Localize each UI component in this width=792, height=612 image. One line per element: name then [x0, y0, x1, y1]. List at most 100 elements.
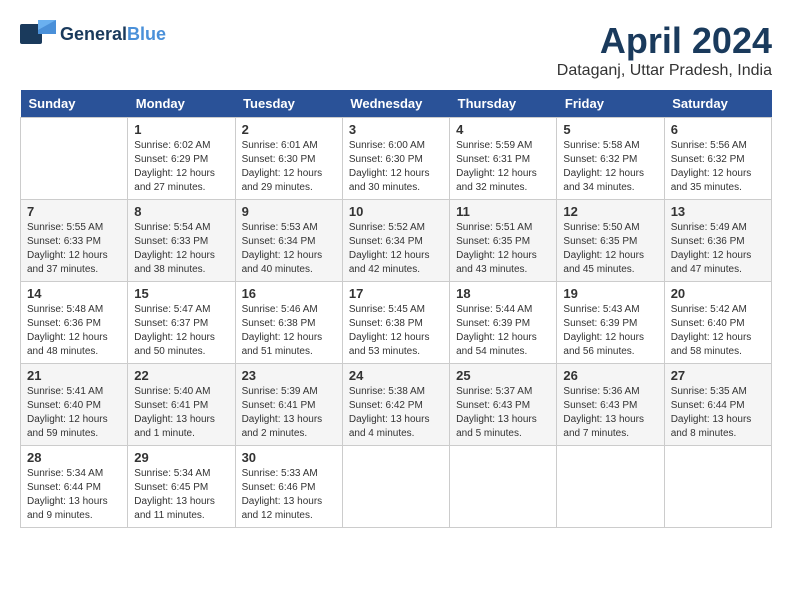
day-number: 12 — [563, 204, 657, 219]
day-detail: Sunrise: 5:38 AM Sunset: 6:42 PM Dayligh… — [349, 385, 443, 441]
day-detail: Sunrise: 5:43 AM Sunset: 6:39 PM Dayligh… — [563, 303, 657, 359]
day-detail: Sunrise: 5:46 AM Sunset: 6:38 PM Dayligh… — [242, 303, 336, 359]
calendar-cell: 15 Sunrise: 5:47 AM Sunset: 6:37 PM Dayli… — [128, 282, 235, 364]
day-number: 17 — [349, 286, 443, 301]
calendar-cell: 9 Sunrise: 5:53 AM Sunset: 6:34 PM Daylig… — [235, 200, 342, 282]
day-detail: Sunrise: 5:33 AM Sunset: 6:46 PM Dayligh… — [242, 467, 336, 523]
logo-icon — [20, 20, 56, 48]
day-detail: Sunrise: 5:35 AM Sunset: 6:44 PM Dayligh… — [671, 385, 765, 441]
header: General Blue April 2024 Dataganj, Uttar … — [20, 20, 772, 80]
day-detail: Sunrise: 5:34 AM Sunset: 6:44 PM Dayligh… — [27, 467, 121, 523]
day-number: 3 — [349, 122, 443, 137]
day-detail: Sunrise: 6:02 AM Sunset: 6:29 PM Dayligh… — [134, 139, 228, 195]
day-detail: Sunrise: 5:37 AM Sunset: 6:43 PM Dayligh… — [456, 385, 550, 441]
calendar-cell: 22Sunrise: 5:40 AM Sunset: 6:41 PM Dayli… — [128, 364, 235, 446]
calendar-cell: 13 Sunrise: 5:49 AM Sunset: 6:36 PM Dayli… — [664, 200, 771, 282]
day-number: 26 — [563, 368, 657, 383]
day-number: 5 — [563, 122, 657, 137]
day-detail: Sunrise: 5:58 AM Sunset: 6:32 PM Dayligh… — [563, 139, 657, 195]
logo-general: General — [60, 24, 127, 45]
calendar-cell: 7Sunrise: 5:55 AM Sunset: 6:33 PM Daylig… — [21, 200, 128, 282]
calendar-cell: 8 Sunrise: 5:54 AM Sunset: 6:33 PM Daylig… — [128, 200, 235, 282]
day-number: 2 — [242, 122, 336, 137]
day-number: 4 — [456, 122, 550, 137]
calendar-cell — [21, 118, 128, 200]
day-header-sunday: Sunday — [21, 90, 128, 118]
day-detail: Sunrise: 5:50 AM Sunset: 6:35 PM Dayligh… — [563, 221, 657, 277]
calendar-cell: 19 Sunrise: 5:43 AM Sunset: 6:39 PM Dayli… — [557, 282, 664, 364]
day-detail: Sunrise: 5:42 AM Sunset: 6:40 PM Dayligh… — [671, 303, 765, 359]
calendar-cell — [342, 446, 449, 528]
day-header-thursday: Thursday — [450, 90, 557, 118]
day-detail: Sunrise: 5:56 AM Sunset: 6:32 PM Dayligh… — [671, 139, 765, 195]
calendar-cell: 5 Sunrise: 5:58 AM Sunset: 6:32 PM Daylig… — [557, 118, 664, 200]
day-number: 15 — [134, 286, 228, 301]
day-number: 9 — [242, 204, 336, 219]
calendar-cell: 20 Sunrise: 5:42 AM Sunset: 6:40 PM Dayli… — [664, 282, 771, 364]
day-header-saturday: Saturday — [664, 90, 771, 118]
day-number: 18 — [456, 286, 550, 301]
calendar-cell — [557, 446, 664, 528]
day-number: 8 — [134, 204, 228, 219]
day-detail: Sunrise: 5:36 AM Sunset: 6:43 PM Dayligh… — [563, 385, 657, 441]
day-number: 25 — [456, 368, 550, 383]
day-detail: Sunrise: 5:45 AM Sunset: 6:38 PM Dayligh… — [349, 303, 443, 359]
calendar-cell: 25 Sunrise: 5:37 AM Sunset: 6:43 PM Dayli… — [450, 364, 557, 446]
day-number: 28 — [27, 450, 121, 465]
day-number: 24 — [349, 368, 443, 383]
day-detail: Sunrise: 5:51 AM Sunset: 6:35 PM Dayligh… — [456, 221, 550, 277]
day-number: 6 — [671, 122, 765, 137]
day-number: 16 — [242, 286, 336, 301]
day-number: 14 — [27, 286, 121, 301]
calendar-cell: 27 Sunrise: 5:35 AM Sunset: 6:44 PM Dayli… — [664, 364, 771, 446]
day-detail: Sunrise: 5:55 AM Sunset: 6:33 PM Dayligh… — [27, 221, 121, 277]
day-number: 1 — [134, 122, 228, 137]
calendar-cell: 2 Sunrise: 6:01 AM Sunset: 6:30 PM Daylig… — [235, 118, 342, 200]
day-detail: Sunrise: 5:47 AM Sunset: 6:37 PM Dayligh… — [134, 303, 228, 359]
calendar-cell: 28 Sunrise: 5:34 AM Sunset: 6:44 PM Dayli… — [21, 446, 128, 528]
calendar-cell: 11 Sunrise: 5:51 AM Sunset: 6:35 PM Dayli… — [450, 200, 557, 282]
calendar-cell: 24 Sunrise: 5:38 AM Sunset: 6:42 PM Dayli… — [342, 364, 449, 446]
day-detail: Sunrise: 5:49 AM Sunset: 6:36 PM Dayligh… — [671, 221, 765, 277]
day-number: 21 — [27, 368, 121, 383]
calendar-cell: 29 Sunrise: 5:34 AM Sunset: 6:45 PM Dayli… — [128, 446, 235, 528]
day-detail: Sunrise: 6:00 AM Sunset: 6:30 PM Dayligh… — [349, 139, 443, 195]
title-area: April 2024 Dataganj, Uttar Pradesh, Indi… — [557, 20, 772, 80]
day-number: 10 — [349, 204, 443, 219]
day-number: 27 — [671, 368, 765, 383]
calendar-cell: 10 Sunrise: 5:52 AM Sunset: 6:34 PM Dayli… — [342, 200, 449, 282]
calendar-cell: 4 Sunrise: 5:59 AM Sunset: 6:31 PM Daylig… — [450, 118, 557, 200]
day-header-wednesday: Wednesday — [342, 90, 449, 118]
calendar-table: SundayMondayTuesdayWednesdayThursdayFrid… — [20, 90, 772, 528]
calendar-cell: 1 Sunrise: 6:02 AM Sunset: 6:29 PM Daylig… — [128, 118, 235, 200]
calendar-cell: 6 Sunrise: 5:56 AM Sunset: 6:32 PM Daylig… — [664, 118, 771, 200]
day-number: 23 — [242, 368, 336, 383]
calendar-cell: 12 Sunrise: 5:50 AM Sunset: 6:35 PM Dayli… — [557, 200, 664, 282]
day-detail: Sunrise: 5:34 AM Sunset: 6:45 PM Dayligh… — [134, 467, 228, 523]
day-number: 30 — [242, 450, 336, 465]
logo: General Blue — [20, 20, 166, 48]
day-detail: Sunrise: 5:48 AM Sunset: 6:36 PM Dayligh… — [27, 303, 121, 359]
day-detail: Sunrise: 6:01 AM Sunset: 6:30 PM Dayligh… — [242, 139, 336, 195]
day-detail: Sunrise: 5:59 AM Sunset: 6:31 PM Dayligh… — [456, 139, 550, 195]
calendar-cell: 17 Sunrise: 5:45 AM Sunset: 6:38 PM Dayli… — [342, 282, 449, 364]
day-detail: Sunrise: 5:53 AM Sunset: 6:34 PM Dayligh… — [242, 221, 336, 277]
day-detail: Sunrise: 5:52 AM Sunset: 6:34 PM Dayligh… — [349, 221, 443, 277]
calendar-cell: 16 Sunrise: 5:46 AM Sunset: 6:38 PM Dayli… — [235, 282, 342, 364]
day-number: 29 — [134, 450, 228, 465]
day-number: 20 — [671, 286, 765, 301]
month-title: April 2024 — [557, 20, 772, 62]
calendar-cell: 23 Sunrise: 5:39 AM Sunset: 6:41 PM Dayli… — [235, 364, 342, 446]
location: Dataganj, Uttar Pradesh, India — [557, 62, 772, 80]
day-number: 19 — [563, 286, 657, 301]
day-number: 22 — [134, 368, 228, 383]
day-detail: Sunrise: 5:44 AM Sunset: 6:39 PM Dayligh… — [456, 303, 550, 359]
day-detail: Sunrise: 5:54 AM Sunset: 6:33 PM Dayligh… — [134, 221, 228, 277]
calendar-cell: 26 Sunrise: 5:36 AM Sunset: 6:43 PM Dayli… — [557, 364, 664, 446]
day-detail: Sunrise: 5:39 AM Sunset: 6:41 PM Dayligh… — [242, 385, 336, 441]
calendar-cell: 21 Sunrise: 5:41 AM Sunset: 6:40 PM Dayli… — [21, 364, 128, 446]
day-detail: Sunrise: 5:41 AM Sunset: 6:40 PM Dayligh… — [27, 385, 121, 441]
day-number: 13 — [671, 204, 765, 219]
day-number: 11 — [456, 204, 550, 219]
calendar-cell: 3 Sunrise: 6:00 AM Sunset: 6:30 PM Daylig… — [342, 118, 449, 200]
